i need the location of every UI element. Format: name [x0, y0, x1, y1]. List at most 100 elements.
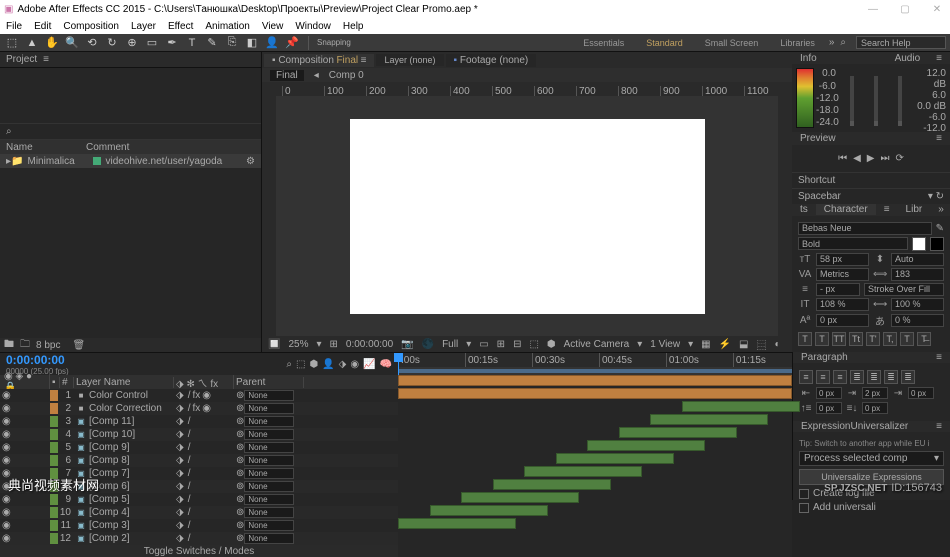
roto-tool-icon[interactable]: 👤: [264, 36, 280, 50]
font-size-field[interactable]: 58 px: [816, 253, 869, 266]
motion-blur-icon[interactable]: ◉: [350, 359, 359, 370]
timeline-tracks[interactable]: :00s 00:15s 00:30s 00:45s 01:00s 01:15s: [398, 353, 792, 557]
grid-icon[interactable]: ⊞: [497, 339, 505, 350]
pickwhip-icon[interactable]: ⊚: [236, 507, 244, 518]
clone-tool-icon[interactable]: ⎘: [224, 36, 240, 50]
parent-dropdown[interactable]: None: [244, 481, 294, 492]
pickwhip-icon[interactable]: ⊚: [236, 429, 244, 440]
panel-menu-icon[interactable]: ≡: [43, 54, 49, 65]
menu-edit[interactable]: Edit: [34, 21, 51, 32]
timeline-icon[interactable]: ⬓: [739, 339, 748, 350]
switches[interactable]: ⬗ /: [174, 455, 234, 466]
subtab-comp0[interactable]: Comp 0: [329, 70, 364, 81]
home-icon[interactable]: ⬚: [4, 36, 20, 50]
timeline-ruler[interactable]: :00s 00:15s 00:30s 00:45s 01:00s 01:15s: [398, 353, 792, 367]
comp-tab-composition[interactable]: ▪ Composition Final ≡: [264, 54, 374, 67]
stroke-swatch[interactable]: [930, 237, 944, 251]
parent-dropdown[interactable]: None: [244, 455, 294, 466]
label-color[interactable]: [50, 416, 58, 427]
tracking-field[interactable]: 183: [891, 268, 944, 281]
pen-tool-icon[interactable]: ✒: [164, 36, 180, 50]
layer-row[interactable]: ◉ 4 ▣[Comp 10] ⬗ / ⊚None: [0, 428, 398, 441]
roi-icon[interactable]: ▭: [479, 339, 488, 350]
layer-row[interactable]: ◉ 11 ▣[Comp 3] ⬗ / ⊚None: [0, 519, 398, 532]
menu-window[interactable]: Window: [295, 21, 331, 32]
pickwhip-icon[interactable]: ⊚: [236, 455, 244, 466]
tab-libraries[interactable]: Libr: [898, 204, 931, 215]
comp-tab-layer[interactable]: Layer (none): [376, 54, 443, 66]
label-color[interactable]: [50, 442, 58, 453]
resolution-icon[interactable]: ⊞: [330, 339, 338, 350]
composition-mini-icon[interactable]: ⬚: [296, 359, 305, 370]
menu-effect[interactable]: Effect: [168, 21, 193, 32]
leading-field[interactable]: Auto: [891, 253, 944, 266]
workspace-chevron-icon[interactable]: »: [829, 37, 835, 48]
camera-dropdown[interactable]: Active Camera: [564, 339, 630, 350]
menu-help[interactable]: Help: [343, 21, 364, 32]
selection-tool-icon[interactable]: ▲: [24, 36, 40, 50]
puppet-tool-icon[interactable]: 📌: [284, 36, 300, 50]
faux-italic-button[interactable]: T: [815, 332, 829, 346]
layer-name-cell[interactable]: ■Color Correction: [74, 403, 174, 414]
faux-bold-button[interactable]: T: [798, 332, 812, 346]
parent-dropdown[interactable]: None: [244, 429, 294, 440]
switches[interactable]: ⬗ /: [174, 416, 234, 427]
last-frame-icon[interactable]: ⟳: [896, 153, 904, 164]
new-folder-icon[interactable]: 🗀: [20, 337, 30, 354]
hand-tool-icon[interactable]: ✋: [44, 36, 60, 50]
frame-blend-icon[interactable]: ⬗: [339, 359, 347, 370]
font-family-dropdown[interactable]: Bebas Neue: [798, 222, 932, 235]
search-icon[interactable]: ⌕: [6, 126, 12, 137]
parent-dropdown[interactable]: None: [244, 403, 294, 414]
visibility-icon[interactable]: ◉: [2, 533, 11, 544]
vscale-field[interactable]: 108 %: [816, 298, 869, 311]
parent-dropdown[interactable]: None: [244, 520, 294, 531]
search-help-input[interactable]: Search Help: [856, 36, 946, 49]
brush-tool-icon[interactable]: ✎: [204, 36, 220, 50]
indent-left-field[interactable]: 0 px: [816, 387, 842, 399]
pixel-aspect-icon[interactable]: ▦: [701, 339, 710, 350]
align-left-icon[interactable]: ≡: [799, 370, 813, 384]
zoom-dropdown[interactable]: 25%: [288, 339, 308, 350]
label-color[interactable]: [50, 520, 58, 531]
layer-row[interactable]: ◉ 10 ▣[Comp 4] ⬗ / ⊚None: [0, 506, 398, 519]
add-universali-checkbox[interactable]: [799, 503, 809, 513]
label-color[interactable]: [50, 429, 58, 440]
visibility-icon[interactable]: ◉: [2, 403, 11, 414]
channel-knob[interactable]: [898, 76, 902, 126]
label-color[interactable]: [50, 507, 58, 518]
search-icon[interactable]: ⌕: [840, 37, 846, 48]
parent-header[interactable]: Parent: [234, 377, 304, 388]
layer-row[interactable]: ◉ 3 ▣[Comp 11] ⬗ / ⊚None: [0, 415, 398, 428]
justify-all-icon[interactable]: ≣: [901, 370, 915, 384]
project-item-folder[interactable]: ▸📁 Minimalica videohive.net/user/yagoda …: [0, 154, 261, 168]
switches[interactable]: ⬗ /fx◉: [174, 403, 234, 414]
flowchart-icon[interactable]: ⿳: [756, 337, 766, 352]
rotate-tool-icon[interactable]: ↻: [104, 36, 120, 50]
layer-bar[interactable]: [398, 375, 792, 386]
panel-menu-icon[interactable]: ≡: [928, 53, 950, 64]
layer-name-cell[interactable]: ▣[Comp 9]: [74, 442, 174, 453]
label-color[interactable]: [50, 455, 58, 466]
tab-paragraph[interactable]: Paragraph: [793, 352, 856, 363]
panel-menu-icon[interactable]: ≡: [928, 421, 950, 432]
hscale-field[interactable]: 100 %: [891, 298, 944, 311]
all-caps-button[interactable]: TT: [832, 332, 846, 346]
layer-name-cell[interactable]: ■Color Control: [74, 390, 174, 401]
layers-list[interactable]: ◉ 1 ■Color Control ⬗ /fx◉ ⊚None◉ 2 ■Colo…: [0, 389, 398, 545]
layer-name-cell[interactable]: ▣[Comp 4]: [74, 507, 174, 518]
layer-name-cell[interactable]: ▣[Comp 8]: [74, 455, 174, 466]
project-list[interactable]: ▸📁 Minimalica videohive.net/user/yagoda …: [0, 154, 261, 338]
panel-menu-icon[interactable]: ≡: [928, 133, 950, 144]
pickwhip-icon[interactable]: ⊚: [236, 390, 244, 401]
col-name[interactable]: Name: [6, 142, 86, 153]
label-color[interactable]: [50, 533, 58, 544]
layer-name-cell[interactable]: ▣[Comp 11]: [74, 416, 174, 427]
workspace-small-screen[interactable]: Small Screen: [697, 37, 767, 49]
tab-character[interactable]: Character: [816, 204, 876, 215]
strikethrough-button[interactable]: T̶: [917, 332, 931, 346]
switches[interactable]: ⬗ /: [174, 429, 234, 440]
pickwhip-icon[interactable]: ⊚: [236, 442, 244, 453]
layer-bar[interactable]: [493, 479, 611, 490]
eraser-tool-icon[interactable]: ◧: [244, 36, 260, 50]
